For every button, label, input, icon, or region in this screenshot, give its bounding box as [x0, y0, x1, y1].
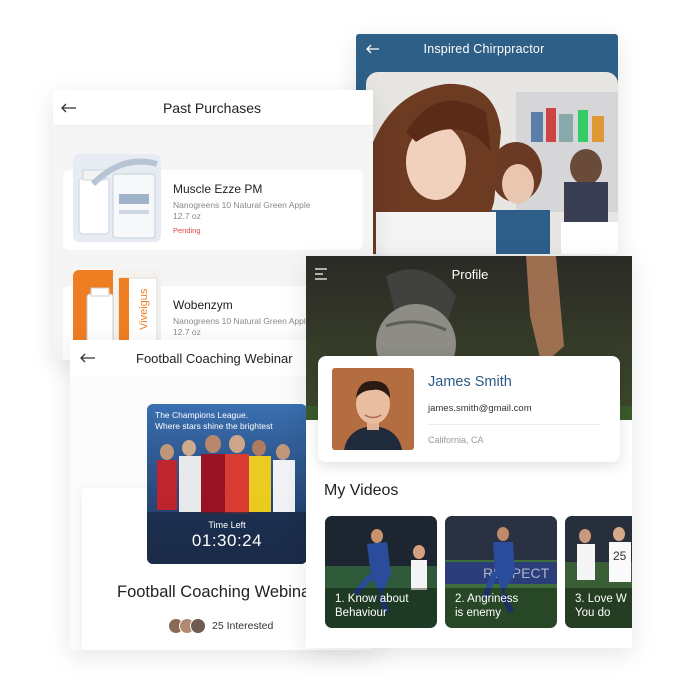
- product-name: Muscle Ezze PM: [173, 182, 263, 196]
- product-description: Nanogreens 10 Natural Green Apple 12.7 o…: [173, 316, 323, 338]
- profile-card: James Smith james.smith@gmail.com Califo…: [318, 356, 620, 462]
- back-arrow-icon[interactable]: [366, 44, 380, 54]
- video-title-line-2: is enemy: [455, 607, 502, 619]
- webinar-title: Football Coaching Webinar: [136, 350, 293, 366]
- product-size: 12.7 oz: [173, 327, 201, 337]
- tagline-line-1: The Champions League.: [155, 410, 249, 420]
- video-title-line-1: 2. Angriness: [455, 593, 519, 605]
- video-title: 1. Know about Behaviour: [335, 592, 409, 620]
- video-title: 3. Love W You do: [575, 592, 627, 620]
- profile-name: James Smith: [428, 374, 512, 390]
- video-thumbnail[interactable]: 25 3. Love W You do: [565, 516, 632, 628]
- webinar-poster[interactable]: The Champions League. Where stars shine …: [147, 404, 307, 564]
- product-description: Nanogreens 10 Natural Green Apple 12.7 o…: [173, 200, 323, 222]
- profile-title: Profile: [451, 266, 489, 282]
- video-title-line-1: 3. Love W: [575, 593, 627, 605]
- chiropractor-header: Inspired Chirppractor: [356, 34, 618, 64]
- chiropractor-screen: Inspired Chirppractor: [356, 34, 618, 254]
- tagline-line-2: Where stars shine the brightest: [155, 421, 273, 431]
- hamburger-menu-icon[interactable]: [314, 268, 328, 280]
- product-desc-text: Nanogreens 10 Natural Green Apple: [173, 200, 311, 210]
- profile-header: Profile: [306, 256, 632, 292]
- countdown-timer: 01:30:24: [191, 531, 263, 550]
- purchases-header: Past Purchases: [53, 90, 373, 126]
- video-thumbnail[interactable]: RESPECT 2. Angriness is enemy: [445, 516, 557, 628]
- profile-location: California, CA: [428, 435, 484, 445]
- svg-text:25: 25: [613, 549, 627, 563]
- back-arrow-icon[interactable]: [80, 353, 96, 363]
- purchase-item[interactable]: Muscle Ezze PM Nanogreens 10 Natural Gre…: [63, 154, 363, 250]
- interested-row[interactable]: 25 Interested: [168, 618, 273, 634]
- videos-heading: My Videos: [324, 482, 399, 499]
- video-title-line-1: 1. Know about: [335, 593, 409, 605]
- video-title-line-2: Behaviour: [335, 607, 387, 619]
- poster-tagline: The Champions League. Where stars shine …: [155, 410, 273, 432]
- back-arrow-icon[interactable]: [61, 103, 77, 113]
- avatar: [190, 618, 206, 634]
- product-name: Wobenzym: [173, 298, 233, 312]
- product-size: 12.7 oz: [173, 211, 201, 221]
- video-thumbnail[interactable]: 1. Know about Behaviour: [325, 516, 437, 628]
- profile-email: james.smith@gmail.com: [428, 403, 532, 414]
- profile-screen: Profile James Smith james.smith@gmail.co…: [306, 256, 632, 648]
- product-desc-text: Nanogreens 10 Natural Green Apple: [173, 316, 311, 326]
- video-title: 2. Angriness is enemy: [455, 592, 518, 620]
- avatar[interactable]: [332, 368, 414, 450]
- divider: [428, 424, 600, 425]
- video-title-line-2: You do: [575, 607, 611, 619]
- interested-count: 25 Interested: [212, 620, 274, 632]
- webinar-card-title: Football Coaching Webinar: [117, 583, 316, 601]
- svg-text:Viveigus: Viveigus: [138, 288, 150, 330]
- students-photo: [366, 72, 618, 254]
- order-status: Pending: [173, 226, 201, 235]
- product-image: [73, 154, 161, 242]
- chiropractor-title: Inspired Chirppractor: [423, 42, 545, 56]
- purchases-title: Past Purchases: [162, 99, 262, 116]
- time-left-label: Time Left: [208, 520, 246, 530]
